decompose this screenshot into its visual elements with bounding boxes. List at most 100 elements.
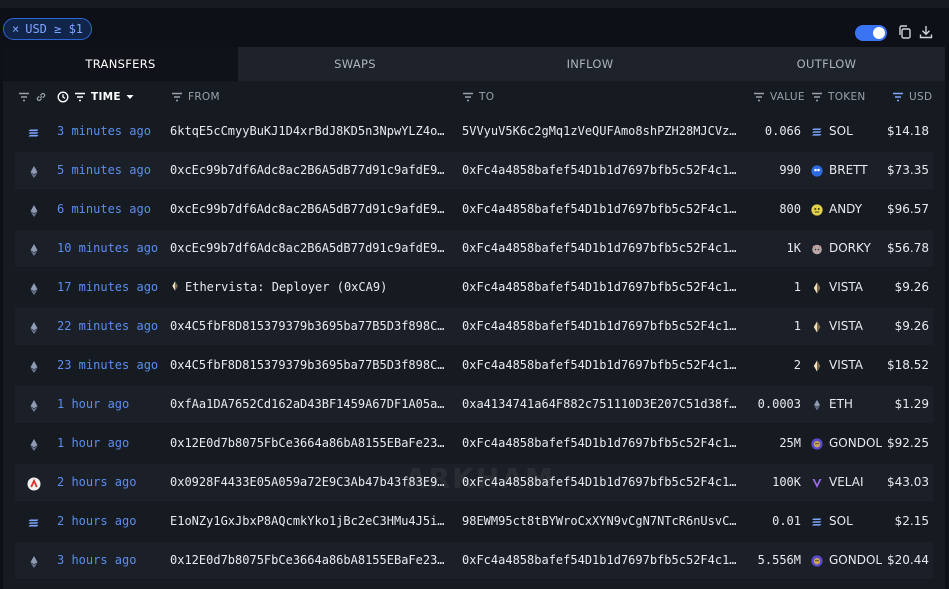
filter-icon[interactable] xyxy=(811,92,823,102)
to-address[interactable]: 0xFc4a4858bafef54D1b1d7697bfb5c52F4c1… xyxy=(462,230,740,267)
from-address[interactable]: 0x0928F4433E05A059a72E9C3Ab47b43f83E9… xyxy=(170,464,450,501)
from-address[interactable]: 0x12E0d7b8075FbCe3664a86bA8155EBaFe23… xyxy=(170,542,450,579)
filter-icon[interactable] xyxy=(462,92,474,102)
to-address[interactable]: 0xFc4a4858bafef54D1b1d7697bfb5c52F4c1… xyxy=(462,425,740,462)
token-symbol: VISTA xyxy=(829,280,863,294)
filter-icon[interactable] xyxy=(18,92,30,102)
usd-filter-chip[interactable]: × USD ≥ $1 xyxy=(3,18,93,40)
token-link[interactable]: GONDOL xyxy=(811,542,882,579)
value-header[interactable]: VALUE xyxy=(753,89,805,105)
token-header[interactable]: TOKEN xyxy=(811,89,866,105)
from-header-label: FROM xyxy=(188,91,220,103)
from-address[interactable]: 0x4C5fbF8D815379379b3695ba77B5D3f898C… xyxy=(170,308,450,345)
from-address-text: E1oNZy1GxJbxP8AQcmkYko1jBc2eC3HMu4J5i… xyxy=(170,514,445,528)
table-row[interactable]: 1 hour ago 0xfAa1DA7652Cd162aD43BF1459A67… xyxy=(15,386,933,423)
time-link[interactable]: 23 minutes ago xyxy=(57,347,158,384)
table-row[interactable]: 17 minutes ago Ethervista: Deployer (0xCA… xyxy=(15,269,933,306)
from-address[interactable]: 6ktqE5cCmyyBuKJ1D4xrBdJ8KD5n3NpwYLZ4o… xyxy=(170,113,450,150)
ethereum-icon xyxy=(27,164,41,178)
to-address[interactable]: 0xFc4a4858bafef54D1b1d7697bfb5c52F4c1… xyxy=(462,152,740,189)
value-cell: 0.066 xyxy=(764,124,801,138)
token-link[interactable]: ETH xyxy=(811,386,853,423)
ethereum-icon xyxy=(27,359,41,373)
token-link[interactable]: VISTA xyxy=(811,347,863,384)
filter-icon[interactable] xyxy=(892,92,904,102)
from-address[interactable]: 0x12E0d7b8075FbCe3664a86bA8155EBaFe23… xyxy=(170,425,450,462)
time-header[interactable]: TIME xyxy=(57,89,134,105)
table-row[interactable]: 2 hours ago E1oNZy1GxJbxP8AQcmkYko1jBc2eC… xyxy=(15,503,933,540)
time-link[interactable]: 22 minutes ago xyxy=(57,308,158,345)
to-address[interactable]: 0xFc4a4858bafef54D1b1d7697bfb5c52F4c1… xyxy=(462,347,740,384)
table-row[interactable]: 23 minutes ago 0x4C5fbF8D815379379b3695ba… xyxy=(15,347,933,384)
to-address[interactable]: 0xa4134741a64F882c751110D3E207C51d38f… xyxy=(462,386,740,423)
gondol-icon xyxy=(811,437,823,450)
table-row[interactable]: 5 minutes ago 0xcEc99b7df6Adc8ac2B6A5dB77… xyxy=(15,152,933,189)
link-icon[interactable] xyxy=(35,91,47,103)
token-link[interactable]: DORKY xyxy=(811,230,871,267)
time-link[interactable]: 17 minutes ago xyxy=(57,269,158,306)
to-address[interactable]: 0xFc4a4858bafef54D1b1d7697bfb5c52F4c1… xyxy=(462,464,740,501)
to-address[interactable]: 0xFc4a4858bafef54D1b1d7697bfb5c52F4c1… xyxy=(462,269,740,306)
from-address[interactable]: 0xfAa1DA7652Cd162aD43BF1459A67DF1A05a… xyxy=(170,386,450,423)
to-header[interactable]: TO xyxy=(462,89,494,105)
table-row[interactable]: 2 hours ago 0x0928F4433E05A059a72E9C3Ab47… xyxy=(15,464,933,501)
usd-cell: $43.03 xyxy=(887,475,929,489)
token-link[interactable]: BRETT xyxy=(811,152,868,189)
time-link[interactable]: 5 minutes ago xyxy=(57,152,151,189)
value-cell: 800 xyxy=(779,202,801,216)
sort-down-icon[interactable] xyxy=(126,94,134,100)
toggle-switch[interactable] xyxy=(855,25,887,41)
from-address-text: Ethervista: Deployer (0xCA9) xyxy=(185,280,388,294)
vista-icon xyxy=(811,282,823,294)
time-link[interactable]: 2 hours ago xyxy=(57,464,136,501)
copy-icon[interactable] xyxy=(897,24,913,40)
tab-inflow[interactable]: INFLOW xyxy=(472,47,708,81)
download-icon[interactable] xyxy=(918,24,934,40)
time-link[interactable]: 6 minutes ago xyxy=(57,191,151,228)
token-link[interactable]: VISTA xyxy=(811,269,863,306)
token-link[interactable]: VISTA xyxy=(811,308,863,345)
usd-header[interactable]: USD xyxy=(892,89,932,105)
token-link[interactable]: SOL xyxy=(811,503,853,540)
time-link[interactable]: 3 minutes ago xyxy=(57,113,151,150)
table-row[interactable]: 6 minutes ago 0xcEc99b7df6Adc8ac2B6A5dB77… xyxy=(15,191,933,228)
time-link[interactable]: 1 hour ago xyxy=(57,386,129,423)
table-row[interactable]: 3 minutes ago 6ktqE5cCmyyBuKJ1D4xrBdJ8KD5… xyxy=(15,113,933,150)
time-link[interactable]: 3 hours ago xyxy=(57,542,136,579)
to-address[interactable]: 0xFc4a4858bafef54D1b1d7697bfb5c52F4c1… xyxy=(462,308,740,345)
token-link[interactable]: SOL xyxy=(811,113,853,150)
table-row[interactable]: 1 hour ago 0x12E0d7b8075FbCe3664a86bA8155… xyxy=(15,425,933,462)
token-link[interactable]: ANDY xyxy=(811,191,862,228)
time-link[interactable]: 1 hour ago xyxy=(57,425,129,462)
time-link[interactable]: 10 minutes ago xyxy=(57,230,158,267)
token-link[interactable]: VELAI xyxy=(811,464,864,501)
from-address[interactable]: 0xcEc99b7df6Adc8ac2B6A5dB77d91c9afdE9… xyxy=(170,230,450,267)
filter-icon[interactable] xyxy=(171,92,183,102)
table-row[interactable]: 10 minutes ago 0xcEc99b7df6Adc8ac2B6A5dB7… xyxy=(15,230,933,267)
from-address-text: 0xcEc99b7df6Adc8ac2B6A5dB77d91c9afdE9… xyxy=(170,202,445,216)
table-row[interactable]: 3 hours ago 0x12E0d7b8075FbCe3664a86bA815… xyxy=(15,542,933,579)
tab-outflow[interactable]: OUTFLOW xyxy=(708,47,945,81)
from-address[interactable]: 0xcEc99b7df6Adc8ac2B6A5dB77d91c9afdE9… xyxy=(170,152,450,189)
from-address-text: 0x4C5fbF8D815379379b3695ba77B5D3f898C… xyxy=(170,319,445,333)
from-address[interactable]: E1oNZy1GxJbxP8AQcmkYko1jBc2eC3HMu4J5i… xyxy=(170,503,450,540)
tab-transfers[interactable]: TRANSFERS xyxy=(3,47,238,81)
tab-swaps[interactable]: SWAPS xyxy=(238,47,472,81)
to-address[interactable]: 98EWM95ct8tBYWroCxXYN9vCgN7NTcR6nUsvC… xyxy=(462,503,740,540)
from-address[interactable]: 0x4C5fbF8D815379379b3695ba77B5D3f898C… xyxy=(170,347,450,384)
filter-icon[interactable] xyxy=(74,92,86,102)
token-link[interactable]: GONDOL xyxy=(811,425,882,462)
table-row[interactable]: 22 minutes ago 0x4C5fbF8D815379379b3695ba… xyxy=(15,308,933,345)
to-address[interactable]: 0xFc4a4858bafef54D1b1d7697bfb5c52F4c1… xyxy=(462,542,740,579)
chain-filter-header[interactable] xyxy=(18,89,47,105)
eth-icon xyxy=(811,399,823,411)
from-header[interactable]: FROM xyxy=(171,89,220,105)
time-link[interactable]: 2 hours ago xyxy=(57,503,136,540)
from-address[interactable]: Ethervista: Deployer (0xCA9) xyxy=(170,269,450,306)
from-address[interactable]: 0xcEc99b7df6Adc8ac2B6A5dB77d91c9afdE9… xyxy=(170,191,450,228)
usd-cell: $9.26 xyxy=(894,280,929,294)
filter-icon[interactable] xyxy=(753,92,765,102)
to-address[interactable]: 0xFc4a4858bafef54D1b1d7697bfb5c52F4c1… xyxy=(462,191,740,228)
close-icon[interactable]: × xyxy=(12,19,19,39)
to-address[interactable]: 5VVyuV5K6c2gMq1zVeQUFAmo8shPZH28MJCVz… xyxy=(462,113,740,150)
